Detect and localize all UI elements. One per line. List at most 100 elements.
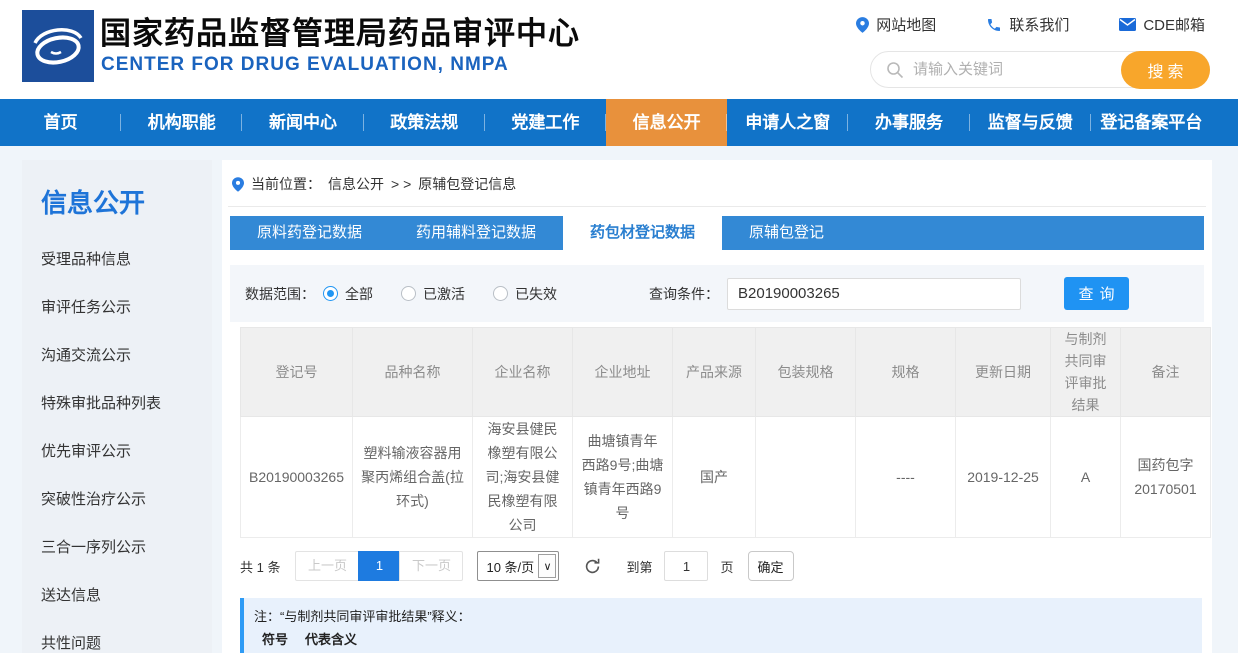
sidebar-item-special-approval[interactable]: 特殊审批品种列表 [41, 380, 212, 428]
sidebar-item-breakthrough-therapy[interactable]: 突破性治疗公示 [41, 476, 212, 524]
nav-item-party[interactable]: 党建工作 [485, 99, 606, 146]
nav-item-info-disclosure[interactable]: 信息公开 [606, 99, 727, 146]
cell-remarks: 国药包字20170501 [1121, 417, 1211, 538]
radio-activated[interactable]: 已激活 [401, 284, 465, 304]
cell-product-origin: 国产 [673, 417, 756, 538]
cell-registration-no: B20190003265 [241, 417, 353, 538]
pagination: 共 1 条 上一页 1 下一页 10 条/页 ∨ 到第 页 确定 [240, 551, 1212, 581]
cell-company-address: 曲塘镇青年西路9号;曲塘镇青年西路9号 [573, 417, 673, 538]
refresh-icon[interactable] [583, 557, 602, 576]
breadcrumb-section-link[interactable]: 信息公开 [328, 174, 384, 194]
cde-mail-label: CDE邮箱 [1143, 14, 1205, 35]
site-title-cn: 国家药品监督管理局药品审评中心 [100, 8, 580, 53]
page-size-select[interactable]: 10 条/页 ∨ [477, 551, 559, 581]
sidebar-item-priority-review[interactable]: 优先审评公示 [41, 428, 212, 476]
filter-bar: 数据范围： 全部 已激活 已失效 查询条件： 查询 [230, 265, 1204, 322]
col-product-name: 品种名称 [353, 328, 473, 417]
table-row: B20190003265 塑料输液容器用聚丙烯组合盖(拉环式) 海安县健民橡塑有… [241, 417, 1211, 538]
cde-logo[interactable] [22, 10, 94, 82]
nav-item-registration-platform[interactable]: 登记备案平台 [1091, 99, 1212, 146]
col-registration-no: 登记号 [241, 328, 353, 417]
breadcrumb: 当前位置： 信息公开 > > 原辅包登记信息 [228, 160, 1206, 207]
confirm-button[interactable]: 确定 [748, 551, 794, 581]
tab-excipient-registration[interactable]: 药用辅料登记数据 [389, 216, 563, 250]
header-quick-links: 网站地图 联系我们 CDE邮箱 [856, 14, 1205, 35]
cell-joint-review-result: A [1051, 417, 1121, 538]
goto-page-input[interactable] [664, 551, 708, 581]
col-update-date: 更新日期 [956, 328, 1051, 417]
sitemap-link[interactable]: 网站地图 [856, 14, 936, 35]
envelope-icon [1119, 18, 1136, 31]
breadcrumb-separator: > > [391, 176, 411, 192]
tab-combined-registration[interactable]: 原辅包登记 [722, 216, 851, 250]
scope-label: 数据范围： [245, 284, 315, 304]
table-header-row: 登记号 品种名称 企业名称 企业地址 产品来源 包装规格 规格 更新日期 与制剂… [241, 328, 1211, 417]
tab-api-registration[interactable]: 原料药登记数据 [230, 216, 389, 250]
breadcrumb-prefix: 当前位置： [251, 174, 321, 194]
goto-label: 到第 [626, 557, 652, 576]
total-count: 共 1 条 [240, 557, 280, 576]
breadcrumb-current: 原辅包登记信息 [418, 174, 516, 194]
site-title-en: CENTER FOR DRUG EVALUATION, NMPA [101, 54, 509, 76]
nav-item-policy[interactable]: 政策法规 [364, 99, 485, 146]
cde-mail-link[interactable]: CDE邮箱 [1119, 14, 1205, 35]
page: 国家药品监督管理局药品审评中心 CENTER FOR DRUG EVALUATI… [0, 0, 1238, 653]
data-tabs: 原料药登记数据 药用辅料登记数据 药包材登记数据 原辅包登记 [230, 216, 1204, 250]
col-company-address: 企业地址 [573, 328, 673, 417]
current-page-button[interactable]: 1 [358, 551, 400, 581]
sidebar-item-accepted-varieties[interactable]: 受理品种信息 [41, 236, 212, 284]
nav-item-applicant[interactable]: 申请人之窗 [727, 99, 848, 146]
results-table: 登记号 品种名称 企业名称 企业地址 产品来源 包装规格 规格 更新日期 与制剂… [240, 327, 1211, 538]
search-input[interactable] [913, 53, 1113, 86]
nav-item-services[interactable]: 办事服务 [848, 99, 969, 146]
cell-company-name: 海安县健民橡塑有限公司;海安县健民橡塑有限公司 [473, 417, 573, 538]
breadcrumb-pin-icon [232, 177, 244, 192]
nav-item-supervision[interactable]: 监督与反馈 [970, 99, 1091, 146]
col-spec: 规格 [856, 328, 956, 417]
radio-all[interactable]: 全部 [323, 284, 373, 304]
sidebar-item-common-issues[interactable]: 共性问题 [41, 620, 212, 653]
sidebar-item-delivery-info[interactable]: 送达信息 [41, 572, 212, 620]
sidebar: 信息公开 受理品种信息 审评任务公示 沟通交流公示 特殊审批品种列表 优先审评公… [22, 160, 212, 653]
scope-radio-group: 全部 已激活 已失效 [323, 284, 557, 304]
search-button[interactable]: 搜索 [1121, 51, 1210, 89]
sidebar-item-communication[interactable]: 沟通交流公示 [41, 332, 212, 380]
contact-link[interactable]: 联系我们 [986, 14, 1069, 35]
note-header-row: 符号 代表含义 [258, 628, 1202, 651]
site-header: 国家药品监督管理局药品审评中心 CENTER FOR DRUG EVALUATI… [0, 0, 1238, 99]
radio-activated-label: 已激活 [423, 284, 465, 304]
search-icon [886, 61, 904, 79]
col-company-name: 企业名称 [473, 328, 573, 417]
content-panel: 当前位置： 信息公开 > > 原辅包登记信息 原料药登记数据 药用辅料登记数据 药… [222, 160, 1212, 653]
chevron-down-icon: ∨ [538, 554, 556, 578]
radio-all-label: 全部 [345, 284, 373, 304]
radio-all-dot [323, 286, 338, 301]
contact-label: 联系我们 [1009, 14, 1069, 35]
note-box: 注：“与制剂共同审评审批结果”释义： 符号 代表含义 A 已批准在上市制剂使用的… [240, 598, 1202, 653]
query-label: 查询条件： [649, 284, 719, 304]
swan-logo-icon [22, 10, 94, 82]
next-page-button[interactable]: 下一页 [399, 551, 463, 581]
cell-spec: ---- [856, 417, 956, 538]
radio-expired-label: 已失效 [515, 284, 557, 304]
col-joint-review-result: 与制剂共同审评审批结果 [1051, 328, 1121, 417]
nav-item-functions[interactable]: 机构职能 [121, 99, 242, 146]
query-button[interactable]: 查询 [1064, 277, 1129, 310]
radio-activated-dot [401, 286, 416, 301]
tab-packaging-registration[interactable]: 药包材登记数据 [563, 216, 722, 250]
radio-expired[interactable]: 已失效 [493, 284, 557, 304]
sitemap-label: 网站地图 [876, 14, 936, 35]
sidebar-item-three-in-one[interactable]: 三合一序列公示 [41, 524, 212, 572]
phone-icon [986, 17, 1002, 33]
nav-item-news[interactable]: 新闻中心 [242, 99, 363, 146]
col-packaging-spec: 包装规格 [756, 328, 856, 417]
cell-product-name: 塑料输液容器用聚丙烯组合盖(拉环式) [353, 417, 473, 538]
query-input[interactable] [727, 278, 1021, 310]
location-pin-icon [856, 17, 869, 33]
page-size-value: 10 条/页 [486, 557, 534, 576]
sidebar-item-review-tasks[interactable]: 审评任务公示 [41, 284, 212, 332]
nav-item-home[interactable]: 首页 [0, 99, 121, 146]
radio-expired-dot [493, 286, 508, 301]
prev-page-button[interactable]: 上一页 [295, 551, 359, 581]
sidebar-title: 信息公开 [41, 183, 212, 220]
